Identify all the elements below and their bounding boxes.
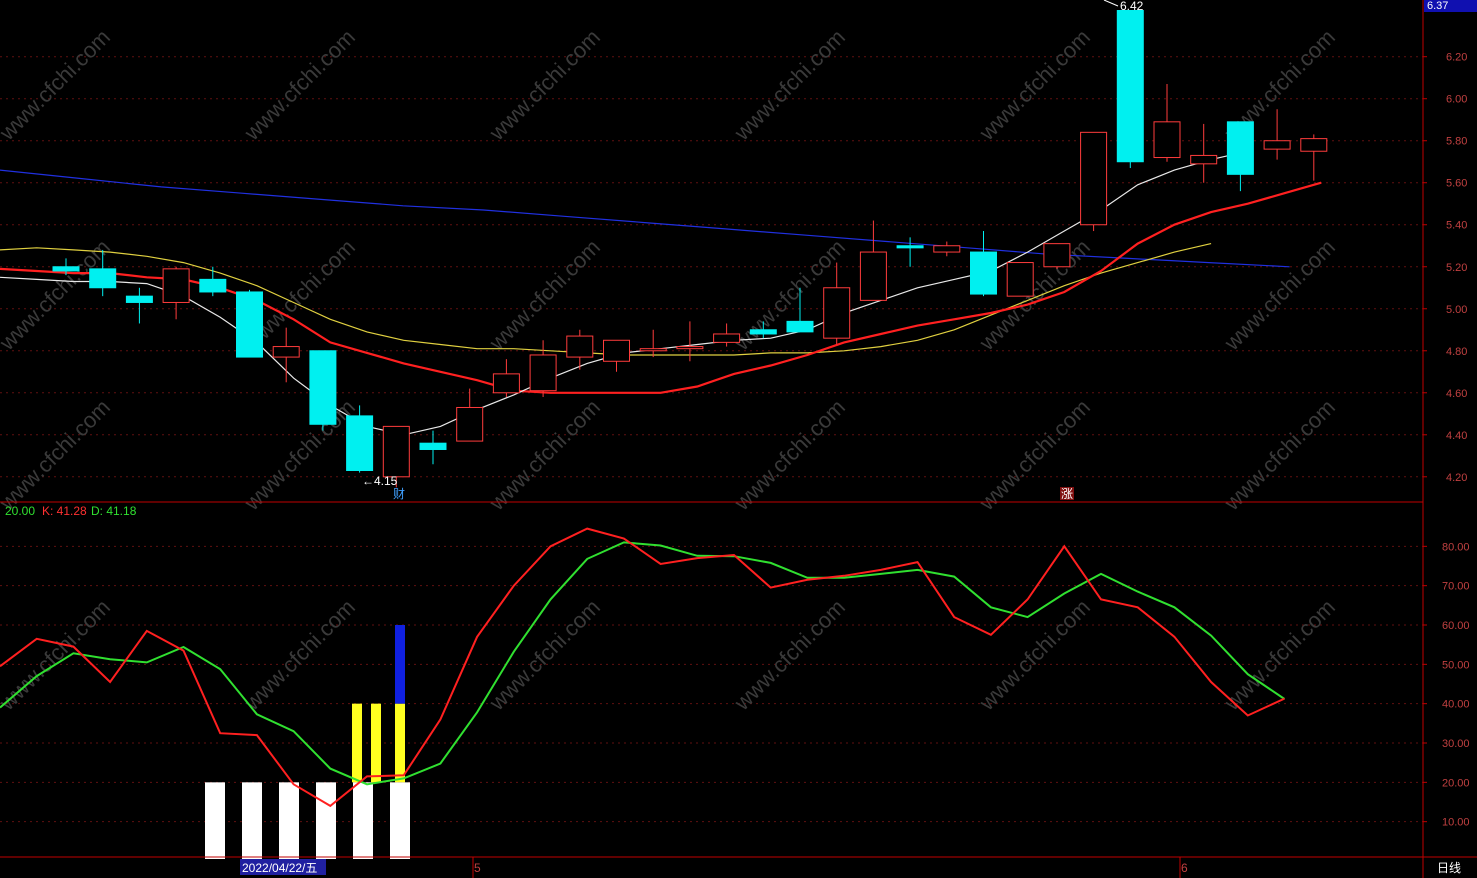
candle-up	[566, 335, 594, 358]
k-line	[0, 527, 1285, 808]
watermark-text: www.cfchi.com	[0, 394, 115, 515]
d-value-label: D: 41.18	[91, 504, 137, 518]
candle-up	[639, 348, 667, 352]
watermark-text: www.cfchi.com	[1219, 234, 1340, 355]
candle-up	[1006, 262, 1034, 297]
candle-up	[1080, 131, 1108, 226]
date-cursor-label: 2022/04/22/五	[242, 861, 317, 875]
price-tick-label: 6.00	[1446, 94, 1467, 106]
candle-down	[749, 329, 777, 335]
kdj-tick-label: 40.00	[1442, 699, 1470, 711]
watermark-text: www.cfchi.com	[0, 234, 115, 355]
watermark-text: www.cfchi.com	[729, 594, 850, 715]
price-tick-label: 5.00	[1446, 304, 1467, 316]
period-label[interactable]: 日线	[1437, 861, 1461, 875]
candle-down	[52, 266, 80, 272]
candle-down	[309, 350, 337, 425]
candle-down	[236, 291, 263, 358]
watermark-text: www.cfchi.com	[484, 394, 605, 515]
candle-down	[419, 442, 447, 450]
kdj-signal-bar-blue	[395, 625, 405, 704]
high-price-marker: 6.42	[1120, 0, 1144, 13]
price-tick-label: 4.40	[1446, 430, 1467, 442]
month-label-june: 6	[1181, 861, 1188, 875]
candle-up	[933, 245, 961, 253]
candle-down	[896, 245, 924, 249]
kdj-tick-label: 70.00	[1442, 581, 1470, 593]
candle-up	[272, 346, 300, 358]
candle-up	[859, 251, 887, 301]
candle-up	[529, 354, 557, 392]
candle-up	[713, 333, 741, 343]
kdj-tick-label: 30.00	[1442, 738, 1470, 750]
candle-up	[1300, 138, 1328, 152]
candle-down	[1226, 121, 1254, 175]
watermark-text: www.cfchi.com	[484, 24, 605, 145]
candle-down	[125, 295, 153, 303]
candle-up	[382, 425, 410, 478]
candle-down	[89, 268, 117, 289]
kdj-signal-bar-yellow	[371, 703, 381, 783]
month-label-may: 5	[474, 861, 481, 875]
current-price-label: 6.37	[1427, 0, 1448, 12]
event-marker-limitup[interactable]: 涨	[1061, 486, 1073, 501]
ma10-line	[0, 181, 1322, 394]
candle-up	[676, 346, 704, 350]
candle-up	[603, 339, 630, 362]
kdj-tick-label: 80.00	[1442, 541, 1470, 553]
watermark-text: www.cfchi.com	[729, 24, 850, 145]
stock-chart[interactable]: www.cfchi.com www.cfchi.com www.cfchi.com w…	[0, 0, 1477, 878]
watermark-text: www.cfchi.com	[239, 594, 360, 715]
kdj-signal-bar-white	[390, 782, 410, 859]
candle-up	[162, 268, 190, 303]
kdj-signal-bar-yellow	[352, 703, 362, 783]
event-marker-finance[interactable]: 财	[393, 487, 405, 501]
d-line	[0, 541, 1286, 786]
price-tick-label: 5.80	[1446, 136, 1467, 148]
high-marker-arrow	[1103, 0, 1119, 7]
candle-down	[1116, 10, 1144, 163]
watermark-text: www.cfchi.com	[974, 24, 1095, 145]
candle-up	[492, 373, 520, 394]
kdj-signal-bar-white	[279, 782, 299, 859]
candle-up	[456, 406, 484, 442]
watermark-text: www.cfchi.com	[484, 594, 605, 715]
price-tick-label: 4.80	[1446, 346, 1467, 358]
watermark-text: www.cfchi.com	[974, 394, 1095, 515]
watermark-text: www.cfchi.com	[0, 24, 115, 145]
candle-down	[346, 415, 374, 471]
kdj-tick-label: 10.00	[1442, 817, 1470, 829]
kdj-tick-label: 50.00	[1442, 659, 1470, 671]
kdj-signal-bar-yellow	[395, 703, 405, 783]
kdj-signal-bar-white	[205, 782, 225, 859]
candle-down	[786, 320, 814, 333]
watermark-text: www.cfchi.com	[239, 24, 360, 145]
candle-up	[1153, 121, 1181, 159]
price-tick-label: 5.40	[1446, 220, 1467, 232]
price-tick-label: 4.20	[1446, 472, 1467, 484]
indicator-param: 20.00	[5, 504, 35, 518]
price-tick-label: 5.20	[1446, 262, 1467, 274]
price-tick-label: 6.20	[1446, 52, 1467, 64]
candle-up	[1043, 243, 1071, 268]
watermark-text: www.cfchi.com	[729, 394, 850, 515]
candle-up	[823, 287, 851, 339]
kdj-signal-bar-white	[242, 782, 262, 859]
watermark-text: www.cfchi.com	[0, 594, 115, 715]
kdj-tick-label: 60.00	[1442, 620, 1470, 632]
kdj-tick-label: 20.00	[1442, 777, 1470, 789]
watermark-text: www.cfchi.com	[1219, 594, 1340, 715]
candle-down	[199, 278, 227, 293]
candle-down	[970, 251, 997, 295]
watermark-text: www.cfchi.com	[1219, 394, 1340, 515]
candle-up	[1190, 154, 1218, 165]
candle-up	[1263, 140, 1291, 150]
price-tick-label: 5.60	[1446, 178, 1467, 190]
price-tick-label: 4.60	[1446, 388, 1467, 400]
k-value-label: K: 41.28	[42, 504, 87, 518]
kdj-signal-bar-white	[353, 782, 373, 859]
low-price-marker: ←4.15	[362, 474, 398, 488]
kdj-signal-bar-white	[316, 782, 336, 859]
